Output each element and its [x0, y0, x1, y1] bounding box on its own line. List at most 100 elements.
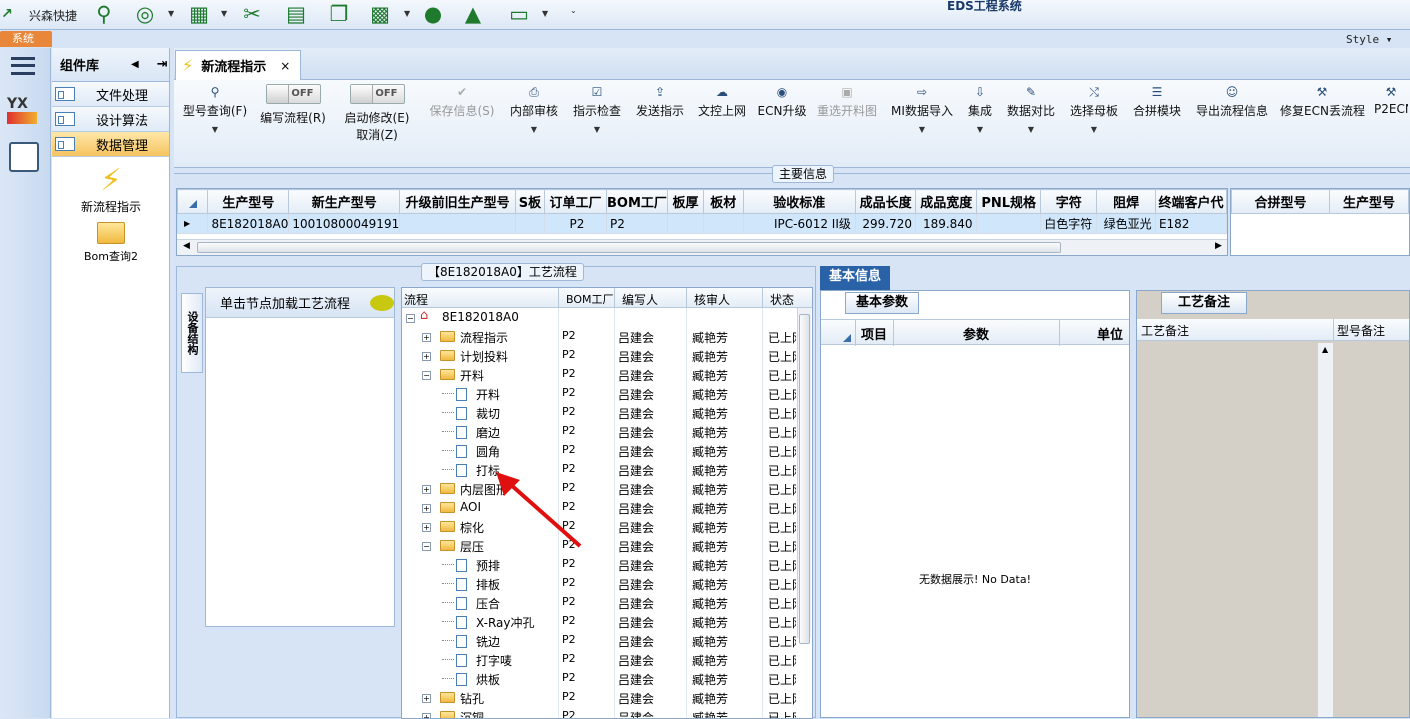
grid-icon[interactable]: ▩ [366, 2, 394, 26]
tree-row[interactable]: +棕化P2吕建会臧艳芳已上网 [402, 517, 812, 536]
tree-row[interactable]: 烘板 P2 吕建会 臧艳芳 已上网 [402, 669, 812, 688]
scroll-right-icon[interactable]: ▶ [1215, 241, 1222, 251]
export-process-info-button[interactable]: ☺ 导出流程信息 [1194, 84, 1270, 164]
fix-ecn-lost-process-button[interactable]: ⚒ 修复ECN丢流程 [1280, 84, 1365, 164]
tree-row[interactable]: 圆角 P2 吕建会 臧艳芳 已上网 [402, 441, 812, 460]
column-header[interactable]: 生产型号 [1329, 189, 1409, 214]
table-icon[interactable]: ▦ [185, 2, 213, 26]
send-instruction-button[interactable]: ⇪ 发送指示 [633, 84, 687, 164]
cell[interactable]: E182 [1154, 213, 1228, 234]
expand-icon[interactable]: + [422, 485, 431, 494]
column-header[interactable]: 板材 [703, 189, 744, 214]
tree-row[interactable]: + 钻孔 P2 吕建会 臧艳芳 已上网 [402, 688, 812, 707]
column-header[interactable]: BOM工厂 [566, 291, 614, 307]
column-header[interactable]: 成品长度 [854, 189, 917, 214]
column-header[interactable]: 流程 [404, 291, 428, 308]
column-header[interactable]: 单位 [1097, 324, 1123, 343]
write-process-toggle[interactable]: OFF 编写流程(R) [257, 84, 329, 164]
cell[interactable] [666, 213, 705, 234]
data-compare-button[interactable]: ✎ 数据对比 ▼ [1004, 84, 1058, 164]
scroll-thumb[interactable] [799, 314, 810, 644]
column-header[interactable]: 项目 [861, 324, 887, 343]
column-header[interactable]: 合拼型号 [1230, 189, 1331, 214]
column-header[interactable]: 参数 [963, 324, 989, 343]
mi-data-import-button[interactable]: ⇨ MI数据导入 ▼ [890, 84, 954, 164]
column-header[interactable]: 订单工厂 [543, 189, 608, 214]
cell[interactable]: 299.720 [854, 213, 917, 234]
cell[interactable]: P2 [606, 213, 668, 234]
tree-row[interactable]: 打标P2吕建会臧艳芳已上网 [402, 460, 812, 479]
expand-icon[interactable]: + [422, 333, 431, 342]
tool-bom-query[interactable]: Bom查询2 [52, 222, 170, 264]
column-header[interactable]: 阻焊 [1096, 189, 1156, 214]
tree-row[interactable]: + 流程指示 P2 吕建会 臧艳芳 已上网 [402, 327, 812, 346]
column-header[interactable]: 终端客户代 [1154, 189, 1228, 214]
expand-icon[interactable]: + [422, 523, 431, 532]
caret-down-icon[interactable]: ▼ [221, 9, 227, 18]
table-row[interactable]: ▶ 8E182018A0 10010800049191 P2 P2 IPC-60… [176, 213, 1228, 234]
style-menu[interactable]: Style ▾ [1346, 33, 1392, 46]
scroll-thumb[interactable] [197, 242, 1061, 253]
ecn-upgrade-button[interactable]: ◉ ECN升级 [756, 84, 808, 164]
tab-process-notes[interactable]: 工艺备注 [1161, 292, 1247, 314]
pin-icon[interactable]: ⇥ [157, 57, 168, 72]
tree-row[interactable]: 开料 P2 吕建会 臧艳芳 已上网 [402, 384, 812, 403]
start-modify-toggle[interactable]: OFF 启动修改(E) 取消(Z) [340, 84, 414, 164]
expand-icon[interactable]: + [422, 713, 431, 718]
caret-down-icon[interactable]: ▼ [542, 9, 548, 18]
cell[interactable]: 白色字符 [1040, 213, 1098, 234]
column-header[interactable]: 字符 [1040, 189, 1098, 214]
film-icon[interactable]: ▤ [282, 2, 310, 26]
cell[interactable]: 189.840 [915, 213, 978, 234]
cell[interactable] [515, 213, 545, 234]
notes-vertical-scrollbar[interactable]: ▲ [1317, 343, 1333, 717]
caret-down-icon[interactable]: ▼ [890, 125, 954, 134]
toggle-switch[interactable]: OFF [265, 84, 321, 104]
tree-row[interactable]: −层压P2吕建会臧艳芳已上网 [402, 536, 812, 555]
customize-qat-icon[interactable]: ⌄ [570, 6, 577, 15]
tree-row[interactable]: 铣边 P2 吕建会 臧艳芳 已上网 [402, 631, 812, 650]
column-header[interactable]: BOM工厂 [606, 189, 668, 214]
tree-row[interactable]: 裁切 P2 吕建会 臧艳芳 已上网 [402, 403, 812, 422]
tree-row[interactable]: +内层图形P2吕建会臧艳芳已上网 [402, 479, 812, 498]
column-header[interactable]: 验收标准 [742, 189, 856, 214]
column-header[interactable]: 新生产型号 [288, 189, 401, 214]
column-header[interactable]: 板厚 [666, 189, 705, 214]
close-icon[interactable]: × [280, 59, 290, 73]
column-header[interactable]: 升级前旧生产型号 [399, 189, 517, 214]
tab-basic-info[interactable]: 基本信息 [820, 266, 890, 290]
collapse-icon[interactable]: − [422, 542, 431, 551]
area-chart-icon[interactable]: ▲ [458, 2, 488, 26]
search-icon[interactable]: ⚲ [90, 2, 118, 26]
calculator-icon[interactable] [9, 142, 39, 172]
nav-item-file-processing[interactable]: 文件处理 [52, 82, 169, 107]
tab-new-process[interactable]: ⚡ 新流程指示 × [175, 50, 301, 80]
laptop-icon[interactable]: ▭ [505, 2, 533, 26]
caret-down-icon[interactable]: ▼ [1066, 125, 1122, 134]
yx-factory-icon[interactable]: YX [7, 96, 39, 128]
expand-icon[interactable]: + [422, 352, 431, 361]
scissors-icon[interactable]: ✂ [238, 2, 266, 26]
integration-button[interactable]: ⇩ 集成 ▼ [962, 84, 998, 164]
scroll-up-icon[interactable]: ▲ [1322, 345, 1328, 354]
internal-review-button[interactable]: ⎙ 内部审核 ▼ [507, 84, 561, 164]
cell[interactable]: 绿色亚光 [1096, 213, 1156, 234]
column-header[interactable]: 状态 [770, 291, 794, 308]
tool-new-process[interactable]: ⚡ 新流程指示 [52, 166, 170, 215]
merge-module-button[interactable]: ☰ 合拼模块 [1130, 84, 1184, 164]
tree-row[interactable]: 磨边 P2 吕建会 臧艳芳 已上网 [402, 422, 812, 441]
nav-item-data-management[interactable]: 数据管理 [52, 132, 169, 157]
doc-online-button[interactable]: ☁ 文控上网 [695, 84, 749, 164]
caret-down-icon[interactable]: ▼ [168, 9, 174, 18]
tree-row[interactable]: − 开料 P2 吕建会 臧艳芳 已上网 [402, 365, 812, 384]
reselect-cutting-chart-button[interactable]: ▣ 重选开料图 [814, 84, 880, 164]
caret-down-icon[interactable]: ▼ [570, 125, 624, 134]
caret-down-icon[interactable]: ▼ [178, 125, 252, 134]
nav-item-design-algorithm[interactable]: 设计算法 [52, 107, 169, 132]
column-header[interactable]: 成品宽度 [915, 189, 978, 214]
cell[interactable] [399, 213, 517, 234]
lifebuoy-icon[interactable]: ◎ [131, 2, 159, 26]
collapse-icon[interactable]: − [422, 371, 431, 380]
cell[interactable] [976, 213, 1042, 234]
caret-down-icon[interactable]: ▼ [962, 125, 998, 134]
